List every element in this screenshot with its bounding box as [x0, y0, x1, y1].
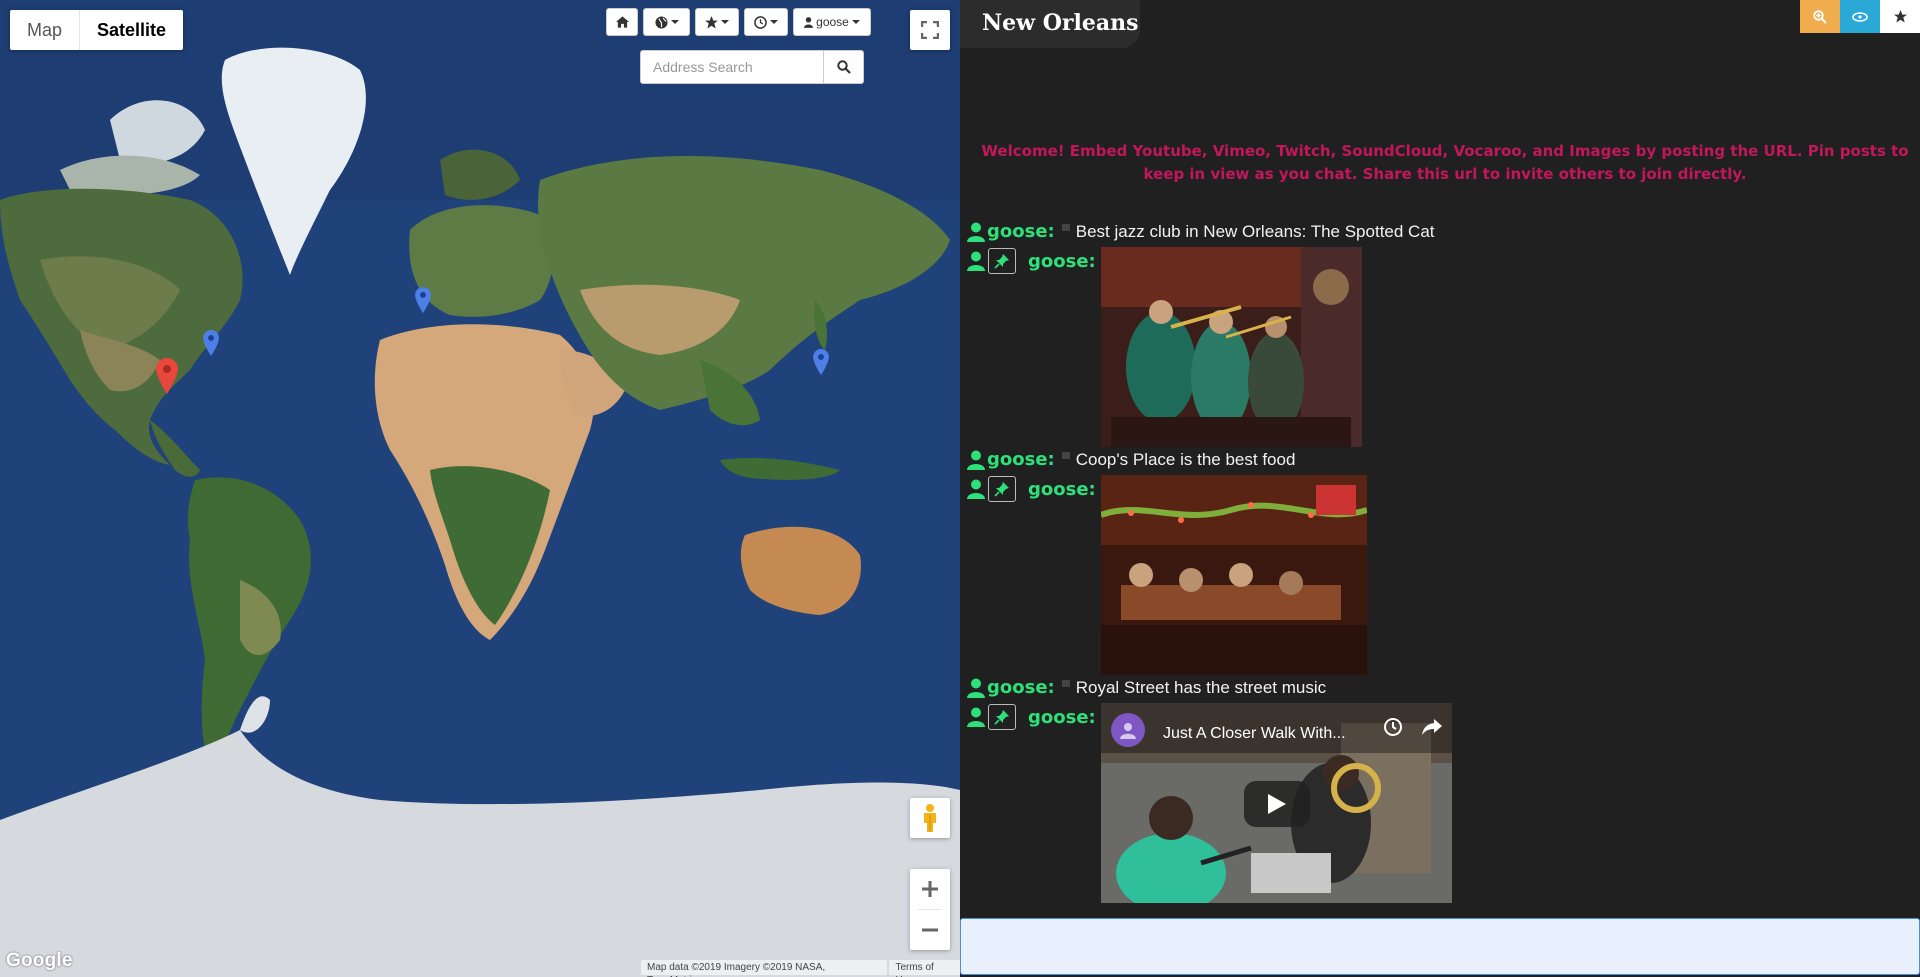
- message-username[interactable]: goose:: [987, 677, 1055, 698]
- flag-icon[interactable]: [1061, 224, 1070, 231]
- fullscreen-icon: [921, 21, 939, 39]
- share-icon[interactable]: [1421, 717, 1443, 737]
- avatar-icon: [1120, 723, 1136, 739]
- map-type-map-button[interactable]: Map: [10, 10, 79, 50]
- star-icon: [705, 15, 718, 29]
- welcome-message: Welcome! Embed Youtube, Vimeo, Twitch, S…: [981, 142, 1909, 183]
- pin-button[interactable]: [988, 248, 1016, 274]
- favorite-room-button[interactable]: [1880, 0, 1920, 33]
- message-text: Best jazz club in New Orleans: The Spott…: [1075, 221, 1435, 241]
- fullscreen-button[interactable]: [910, 10, 950, 50]
- map-type-control: Map Satellite: [10, 10, 184, 50]
- eye-icon: [1852, 11, 1868, 22]
- video-title[interactable]: Just A Closer Walk With...: [1163, 725, 1363, 743]
- map-pane[interactable]: Map Satellite goose Address Search Googl…: [0, 0, 960, 977]
- user-icon: [967, 678, 985, 698]
- history-dropdown-button[interactable]: [744, 8, 788, 36]
- address-search: [640, 50, 864, 84]
- chat-message: goose: Best jazz club in New Orleans: Th…: [967, 221, 1435, 242]
- user-icon: [967, 450, 985, 470]
- user-dropdown-label: goose: [816, 15, 849, 29]
- chat-message: goose:: [967, 248, 1096, 274]
- chat-message: goose:: [967, 704, 1096, 730]
- message-text: Royal Street has the street music: [1075, 677, 1327, 697]
- home-icon: [615, 16, 629, 28]
- chat-message: goose: Royal Street has the street music: [967, 677, 1326, 698]
- map-toolbar: goose: [606, 8, 876, 36]
- message-username[interactable]: goose:: [987, 221, 1055, 242]
- pin-icon: [994, 710, 1009, 725]
- user-icon: [967, 222, 985, 242]
- chat-pane: New Orleans Welcome! Embed Youtube, Vime…: [960, 0, 1920, 977]
- user-icon: [967, 479, 985, 499]
- map-data-attribution: Map data ©2019 Imagery ©2019 NASA, Terra…: [641, 960, 888, 977]
- view-toggle-button[interactable]: [1840, 0, 1880, 33]
- user-icon: [804, 16, 814, 28]
- map-marker-new-orleans[interactable]: [156, 358, 178, 394]
- chat-message: goose: Coop's Place is the best food: [967, 449, 1295, 470]
- zoom-in-icon: [1813, 9, 1827, 24]
- address-search-button[interactable]: [824, 50, 864, 84]
- clock-icon: [754, 15, 767, 29]
- zoom-in-button[interactable]: [910, 869, 950, 909]
- message-username[interactable]: goose:: [1028, 707, 1096, 728]
- map-attribution: Map data ©2019 Imagery ©2019 NASA, Terra…: [641, 960, 960, 977]
- satellite-map[interactable]: [0, 0, 960, 977]
- pin-button[interactable]: [988, 476, 1016, 502]
- channel-avatar[interactable]: [1111, 713, 1145, 747]
- pin-button[interactable]: [988, 704, 1016, 730]
- map-type-satellite-button[interactable]: Satellite: [79, 10, 183, 50]
- room-title: New Orleans: [982, 10, 1139, 36]
- user-icon: [967, 707, 985, 727]
- message-image-restaurant[interactable]: [1101, 475, 1367, 675]
- message-video-embed[interactable]: Just A Closer Walk With...: [1101, 703, 1452, 903]
- zoom-in-button[interactable]: [1800, 0, 1840, 33]
- zoom-control: [910, 869, 950, 950]
- map-marker-uk[interactable]: [415, 287, 431, 313]
- message-username[interactable]: goose:: [1028, 479, 1096, 500]
- map-marker-japan[interactable]: [813, 349, 829, 375]
- flag-icon[interactable]: [1061, 680, 1070, 687]
- google-logo: Google: [6, 950, 73, 971]
- message-username[interactable]: goose:: [987, 449, 1055, 470]
- minus-icon: [922, 928, 938, 932]
- user-dropdown-button[interactable]: goose: [793, 8, 871, 36]
- chat-message-input[interactable]: [960, 918, 1920, 975]
- room-tab: New Orleans: [960, 0, 1140, 48]
- user-icon: [967, 251, 985, 271]
- pegman-icon: [924, 804, 936, 832]
- search-icon: [836, 60, 851, 74]
- pin-icon: [994, 482, 1009, 497]
- plus-icon: [922, 881, 938, 897]
- address-search-input[interactable]: [640, 50, 824, 84]
- zoom-out-button[interactable]: [910, 910, 950, 950]
- play-icon: [1268, 794, 1286, 814]
- message-text: Coop's Place is the best food: [1075, 449, 1296, 469]
- watch-later-icon[interactable]: [1383, 717, 1403, 737]
- flag-icon[interactable]: [1061, 452, 1070, 459]
- message-image-jazz-band[interactable]: [1101, 247, 1362, 447]
- home-button[interactable]: [606, 8, 638, 36]
- corner-buttons: [1800, 0, 1920, 33]
- globe-dropdown-button[interactable]: [643, 8, 690, 36]
- chat-message: goose:: [967, 476, 1096, 502]
- street-view-pegman[interactable]: [910, 798, 950, 838]
- star-icon: [1893, 10, 1907, 23]
- terms-of-use-link[interactable]: Terms of Use: [889, 960, 960, 977]
- pin-icon: [994, 254, 1009, 269]
- favorites-dropdown-button[interactable]: [695, 8, 739, 36]
- globe-icon: [654, 15, 668, 29]
- play-button[interactable]: [1244, 781, 1310, 827]
- map-marker-east-us[interactable]: [203, 330, 219, 356]
- message-username[interactable]: goose:: [1028, 251, 1096, 272]
